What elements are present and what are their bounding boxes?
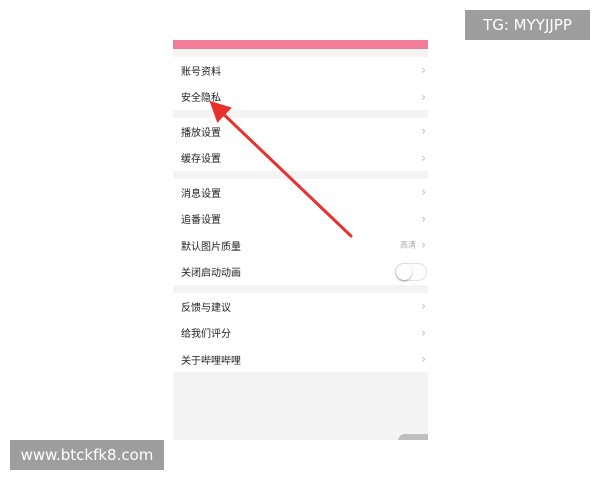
chevron-right-icon: › xyxy=(421,185,426,200)
chevron-right-icon: › xyxy=(421,352,426,367)
settings-group-playback: 播放设置 › 缓存设置 › xyxy=(173,118,428,171)
section-divider xyxy=(173,171,428,179)
chevron-right-icon: › xyxy=(421,299,426,314)
settings-item-label: 缓存设置 xyxy=(181,154,221,166)
settings-item-label: 账号资料 xyxy=(181,66,221,78)
settings-item-feedback[interactable]: 反馈与建议 › xyxy=(173,293,428,320)
settings-item-label: 给我们评分 xyxy=(181,329,231,341)
settings-item-label: 追番设置 xyxy=(181,215,221,227)
settings-item-follow-anime[interactable]: 追番设置 › xyxy=(173,206,428,233)
settings-item-label: 安全隐私 xyxy=(181,93,221,105)
settings-item-cache[interactable]: 缓存设置 › xyxy=(173,145,428,172)
settings-group-general: 消息设置 › 追番设置 › 默认图片质量 高清 › 关闭启动动画 xyxy=(173,179,428,285)
section-divider xyxy=(173,285,428,293)
chevron-right-icon: › xyxy=(421,63,426,78)
launch-animation-toggle[interactable] xyxy=(395,262,427,281)
settings-item-disable-launch-animation: 关闭启动动画 xyxy=(173,259,428,286)
settings-item-label: 默认图片质量 xyxy=(181,241,241,253)
chevron-right-icon: › xyxy=(421,325,426,340)
settings-item-playback[interactable]: 播放设置 › xyxy=(173,118,428,145)
chevron-right-icon: › xyxy=(421,89,426,104)
chevron-right-icon: › xyxy=(421,124,426,139)
settings-group-account: 账号资料 › 安全隐私 › xyxy=(173,57,428,110)
floating-button[interactable] xyxy=(398,434,428,440)
settings-item-account-profile[interactable]: 账号资料 › xyxy=(173,57,428,84)
settings-item-about[interactable]: 关于哔哩哔哩 › xyxy=(173,346,428,373)
chevron-right-icon: › xyxy=(421,238,426,253)
settings-item-label: 播放设置 xyxy=(181,127,221,139)
settings-item-label: 消息设置 xyxy=(181,188,221,200)
settings-group-about: 反馈与建议 › 给我们评分 › 关于哔哩哔哩 › xyxy=(173,293,428,373)
settings-item-label: 反馈与建议 xyxy=(181,302,231,314)
pink-header-bar xyxy=(173,40,428,49)
empty-area xyxy=(173,372,428,440)
settings-item-messages[interactable]: 消息设置 › xyxy=(173,179,428,206)
section-divider xyxy=(173,49,428,57)
section-divider xyxy=(173,110,428,118)
watermark-bottom-badge: www.btckfk8.com xyxy=(10,440,164,470)
settings-item-image-quality[interactable]: 默认图片质量 高清 › xyxy=(173,232,428,259)
chevron-right-icon: › xyxy=(421,211,426,226)
settings-item-security-privacy[interactable]: 安全隐私 › xyxy=(173,84,428,111)
settings-item-label: 关于哔哩哔哩 xyxy=(181,355,241,367)
chevron-right-icon: › xyxy=(421,150,426,165)
settings-screen: 账号资料 › 安全隐私 › 播放设置 › 缓存设置 › 消息设置 › 追番设置 … xyxy=(173,40,428,440)
toggle-knob xyxy=(396,263,412,280)
image-quality-value: 高清 xyxy=(400,240,416,250)
watermark-top-badge: TG: MYYJJPP xyxy=(465,10,590,40)
settings-item-rate-us[interactable]: 给我们评分 › xyxy=(173,320,428,347)
settings-item-label: 关闭启动动画 xyxy=(181,268,241,280)
